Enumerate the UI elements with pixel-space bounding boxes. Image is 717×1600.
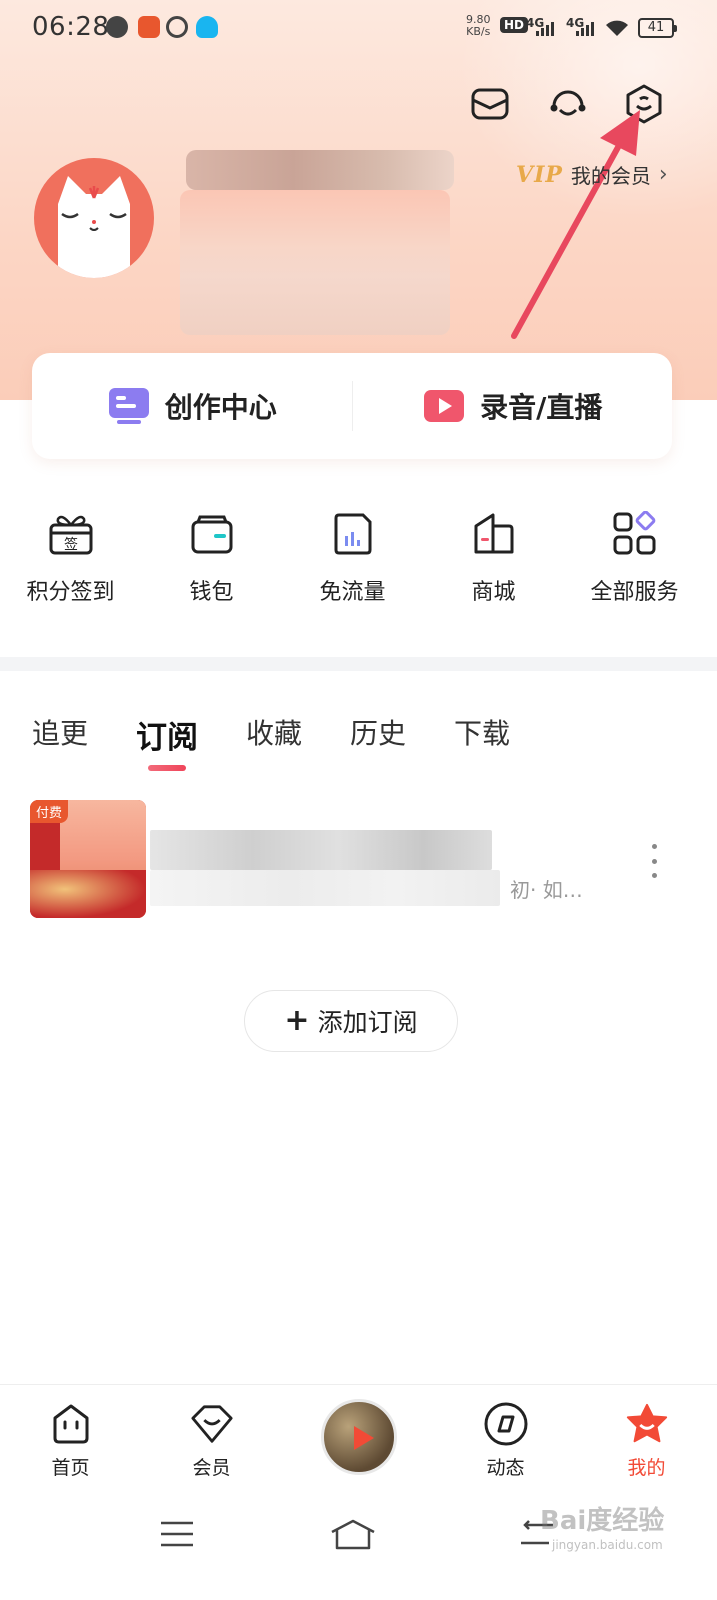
- record-live-button[interactable]: 录音/直播: [353, 353, 673, 459]
- menu-icon: [161, 1521, 193, 1547]
- status-bar: 06:28 9.80 KB/s HD 4G 4G 41: [0, 0, 717, 56]
- section-divider: [0, 657, 717, 671]
- service-all[interactable]: 全部服务: [564, 510, 705, 610]
- subscription-tail-text: 初· 如…: [510, 878, 583, 902]
- nav-moments[interactable]: 动态: [435, 1385, 576, 1494]
- watermark-logo: Bai度经验: [540, 1506, 665, 1536]
- cover-art: [30, 870, 146, 918]
- home-outline-icon: [331, 1519, 375, 1550]
- service-label: 免流量: [319, 580, 386, 605]
- subscription-desc-blurred: [150, 870, 500, 906]
- bottom-navigation: 首页 会员 动态 我的: [0, 1384, 717, 1494]
- add-subscription-label: 添加订阅: [317, 1008, 418, 1037]
- service-label: 钱包: [189, 580, 234, 605]
- more-dot: [651, 858, 657, 864]
- creator-card: 创作中心 录音/直播: [32, 353, 672, 459]
- system-home-button[interactable]: [328, 1514, 378, 1554]
- service-data-free[interactable]: 免流量: [282, 510, 423, 610]
- home-icon: [48, 1401, 94, 1447]
- system-menu-button[interactable]: [152, 1514, 202, 1554]
- clock-notification-icon: [166, 16, 188, 38]
- battery-indicator: 41: [638, 18, 677, 38]
- nav-label: 我的: [627, 1457, 666, 1479]
- nav-label: 首页: [51, 1457, 90, 1479]
- more-options-button[interactable]: [648, 844, 660, 878]
- service-wallet[interactable]: 钱包: [141, 510, 282, 610]
- tab-follow-updates[interactable]: 追更: [32, 712, 88, 775]
- qq-notification-icon: [196, 16, 218, 38]
- now-playing-disc[interactable]: [320, 1399, 397, 1475]
- subscription-item[interactable]: 付费 初· 如…: [30, 800, 690, 920]
- vip-logo: VIP: [516, 161, 563, 188]
- nav-mine[interactable]: 我的: [576, 1385, 717, 1494]
- chat-notification-icon: [106, 16, 128, 38]
- moments-icon: [483, 1401, 529, 1447]
- services-row: 签 积分签到 钱包 免流量 商城 全部服务: [0, 510, 717, 610]
- tab-favorites[interactable]: 收藏: [246, 712, 302, 775]
- plus-icon: +: [284, 1003, 310, 1038]
- tab-subscriptions[interactable]: 订阅: [136, 712, 198, 775]
- service-label: 全部服务: [590, 580, 679, 605]
- album-cover[interactable]: 付费: [30, 800, 146, 918]
- my-star-icon: [624, 1401, 670, 1447]
- network-speed: 9.80 KB/s: [466, 14, 491, 38]
- username-blurred: [186, 150, 454, 190]
- tab-history[interactable]: 历史: [350, 712, 406, 775]
- gift-sign-icon: 签: [47, 510, 95, 558]
- signal-bars-2: [576, 22, 594, 36]
- service-checkin[interactable]: 签 积分签到: [0, 510, 141, 610]
- paid-tag: 付费: [30, 800, 69, 823]
- record-live-icon: [424, 390, 465, 422]
- my-membership-label: 我的会员: [570, 164, 651, 188]
- watermark-url: jingyan.baidu.com: [552, 1538, 663, 1552]
- wifi-icon: [606, 20, 628, 36]
- subscription-title-blurred: [150, 830, 492, 870]
- status-time: 06:28: [32, 12, 110, 42]
- user-avatar[interactable]: [34, 158, 154, 278]
- vip-diamond-icon: [189, 1401, 235, 1447]
- more-dot: [651, 844, 657, 849]
- data-free-icon: [329, 510, 377, 558]
- network-speed-unit: KB/s: [466, 25, 491, 38]
- cat-avatar-illustration: [58, 176, 130, 278]
- mall-icon: [470, 510, 518, 558]
- nav-vip[interactable]: 会员: [141, 1385, 282, 1494]
- wallet-icon: [188, 510, 236, 558]
- content-tabs: 追更 订阅 收藏 历史 下载: [32, 712, 558, 775]
- nav-home[interactable]: 首页: [0, 1385, 141, 1494]
- annotation-arrow: [511, 110, 640, 339]
- nav-label: 会员: [192, 1457, 231, 1479]
- nav-player[interactable]: [282, 1385, 435, 1494]
- service-label: 商城: [471, 580, 516, 605]
- app-notification-icon: [138, 16, 160, 38]
- svg-text:签: 签: [64, 536, 78, 553]
- all-services-icon: [611, 510, 659, 558]
- my-membership-link[interactable]: VIP 我的会员 ›: [516, 160, 668, 189]
- nav-label: 动态: [486, 1457, 525, 1479]
- record-live-label: 录音/直播: [480, 391, 603, 424]
- service-label: 积分签到: [26, 580, 115, 605]
- signal-bars-1: [536, 22, 554, 36]
- service-mall[interactable]: 商城: [423, 510, 564, 610]
- user-info-blurred: [180, 190, 450, 335]
- creation-center-label: 创作中心: [164, 391, 277, 424]
- add-subscription-button[interactable]: + 添加订阅: [244, 990, 458, 1052]
- tab-downloads[interactable]: 下载: [454, 712, 510, 775]
- more-dot: [651, 873, 657, 878]
- creation-center-icon: [108, 388, 149, 424]
- hd-voice-badge: HD: [500, 17, 529, 33]
- creation-center-button[interactable]: 创作中心: [32, 353, 352, 459]
- chevron-right-icon: ›: [658, 162, 668, 187]
